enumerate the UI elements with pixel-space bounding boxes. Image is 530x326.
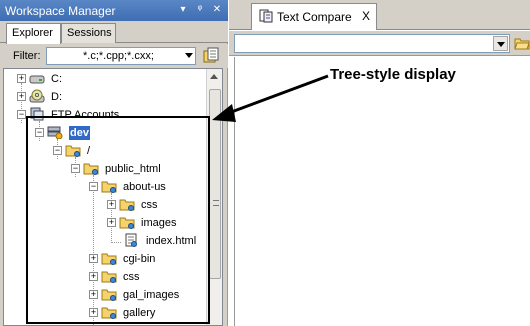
filter-value: *.c;*.cpp;*.cxx; bbox=[83, 50, 154, 62]
document-tab-strip: Text Compare X bbox=[229, 0, 530, 30]
cd-drive-icon bbox=[29, 89, 45, 103]
expand-icon[interactable]: + bbox=[17, 74, 26, 83]
editor-area: Text Compare X bbox=[229, 0, 530, 326]
path-combobox[interactable] bbox=[234, 34, 510, 53]
collapse-icon[interactable]: − bbox=[17, 110, 26, 119]
tab-sessions[interactable]: Sessions bbox=[61, 23, 116, 43]
callout-label: Tree-style display bbox=[330, 66, 456, 83]
scrollbar-thumb[interactable] bbox=[209, 89, 221, 279]
hard-drive-icon bbox=[29, 75, 45, 84]
expand-icon[interactable]: + bbox=[17, 92, 26, 101]
panel-title-bar: Workspace Manager ▾ ᵠ ✕ bbox=[0, 0, 228, 21]
path-toolbar bbox=[229, 31, 530, 56]
filter-combobox[interactable]: *.c;*.cpp;*.cxx; bbox=[46, 47, 196, 65]
compare-content-area[interactable] bbox=[234, 57, 530, 326]
filter-options-icon[interactable] bbox=[202, 47, 220, 65]
tab-sessions-label: Sessions bbox=[67, 27, 112, 39]
close-tab-icon[interactable]: X bbox=[362, 9, 370, 23]
filter-bar: Filter: *.c;*.cpp;*.cxx; bbox=[0, 44, 228, 68]
panel-title: Workspace Manager bbox=[5, 4, 116, 18]
chevron-down-icon[interactable] bbox=[185, 53, 193, 58]
chevron-down-icon bbox=[497, 42, 505, 47]
tree-highlight-box bbox=[26, 116, 210, 324]
tab-text-compare[interactable]: Text Compare X bbox=[251, 3, 377, 30]
tree-item[interactable]: + C: bbox=[4, 71, 204, 89]
panel-pin-icon[interactable]: ᵠ bbox=[193, 3, 207, 17]
text-compare-icon bbox=[259, 9, 273, 23]
panel-tabs: Explorer Sessions bbox=[0, 21, 228, 44]
path-dropdown-button[interactable] bbox=[493, 36, 508, 51]
tree-item[interactable]: + D: bbox=[4, 89, 204, 107]
panel-menu-dropdown-icon[interactable]: ▾ bbox=[176, 3, 190, 17]
filter-label: Filter: bbox=[13, 50, 41, 62]
tab-text-compare-label: Text Compare bbox=[277, 10, 352, 24]
scroll-up-icon[interactable] bbox=[210, 74, 218, 79]
open-folder-icon[interactable] bbox=[514, 35, 530, 51]
tab-explorer[interactable]: Explorer bbox=[6, 23, 61, 44]
workspace-manager-panel: Workspace Manager ▾ ᵠ ✕ Explorer Session… bbox=[0, 0, 228, 326]
tree-item-label: C: bbox=[51, 73, 62, 85]
tree-item-label: D: bbox=[51, 91, 62, 103]
grip-icon bbox=[213, 200, 219, 206]
panel-close-icon[interactable]: ✕ bbox=[210, 3, 224, 17]
tab-explorer-label: Explorer bbox=[12, 27, 53, 39]
